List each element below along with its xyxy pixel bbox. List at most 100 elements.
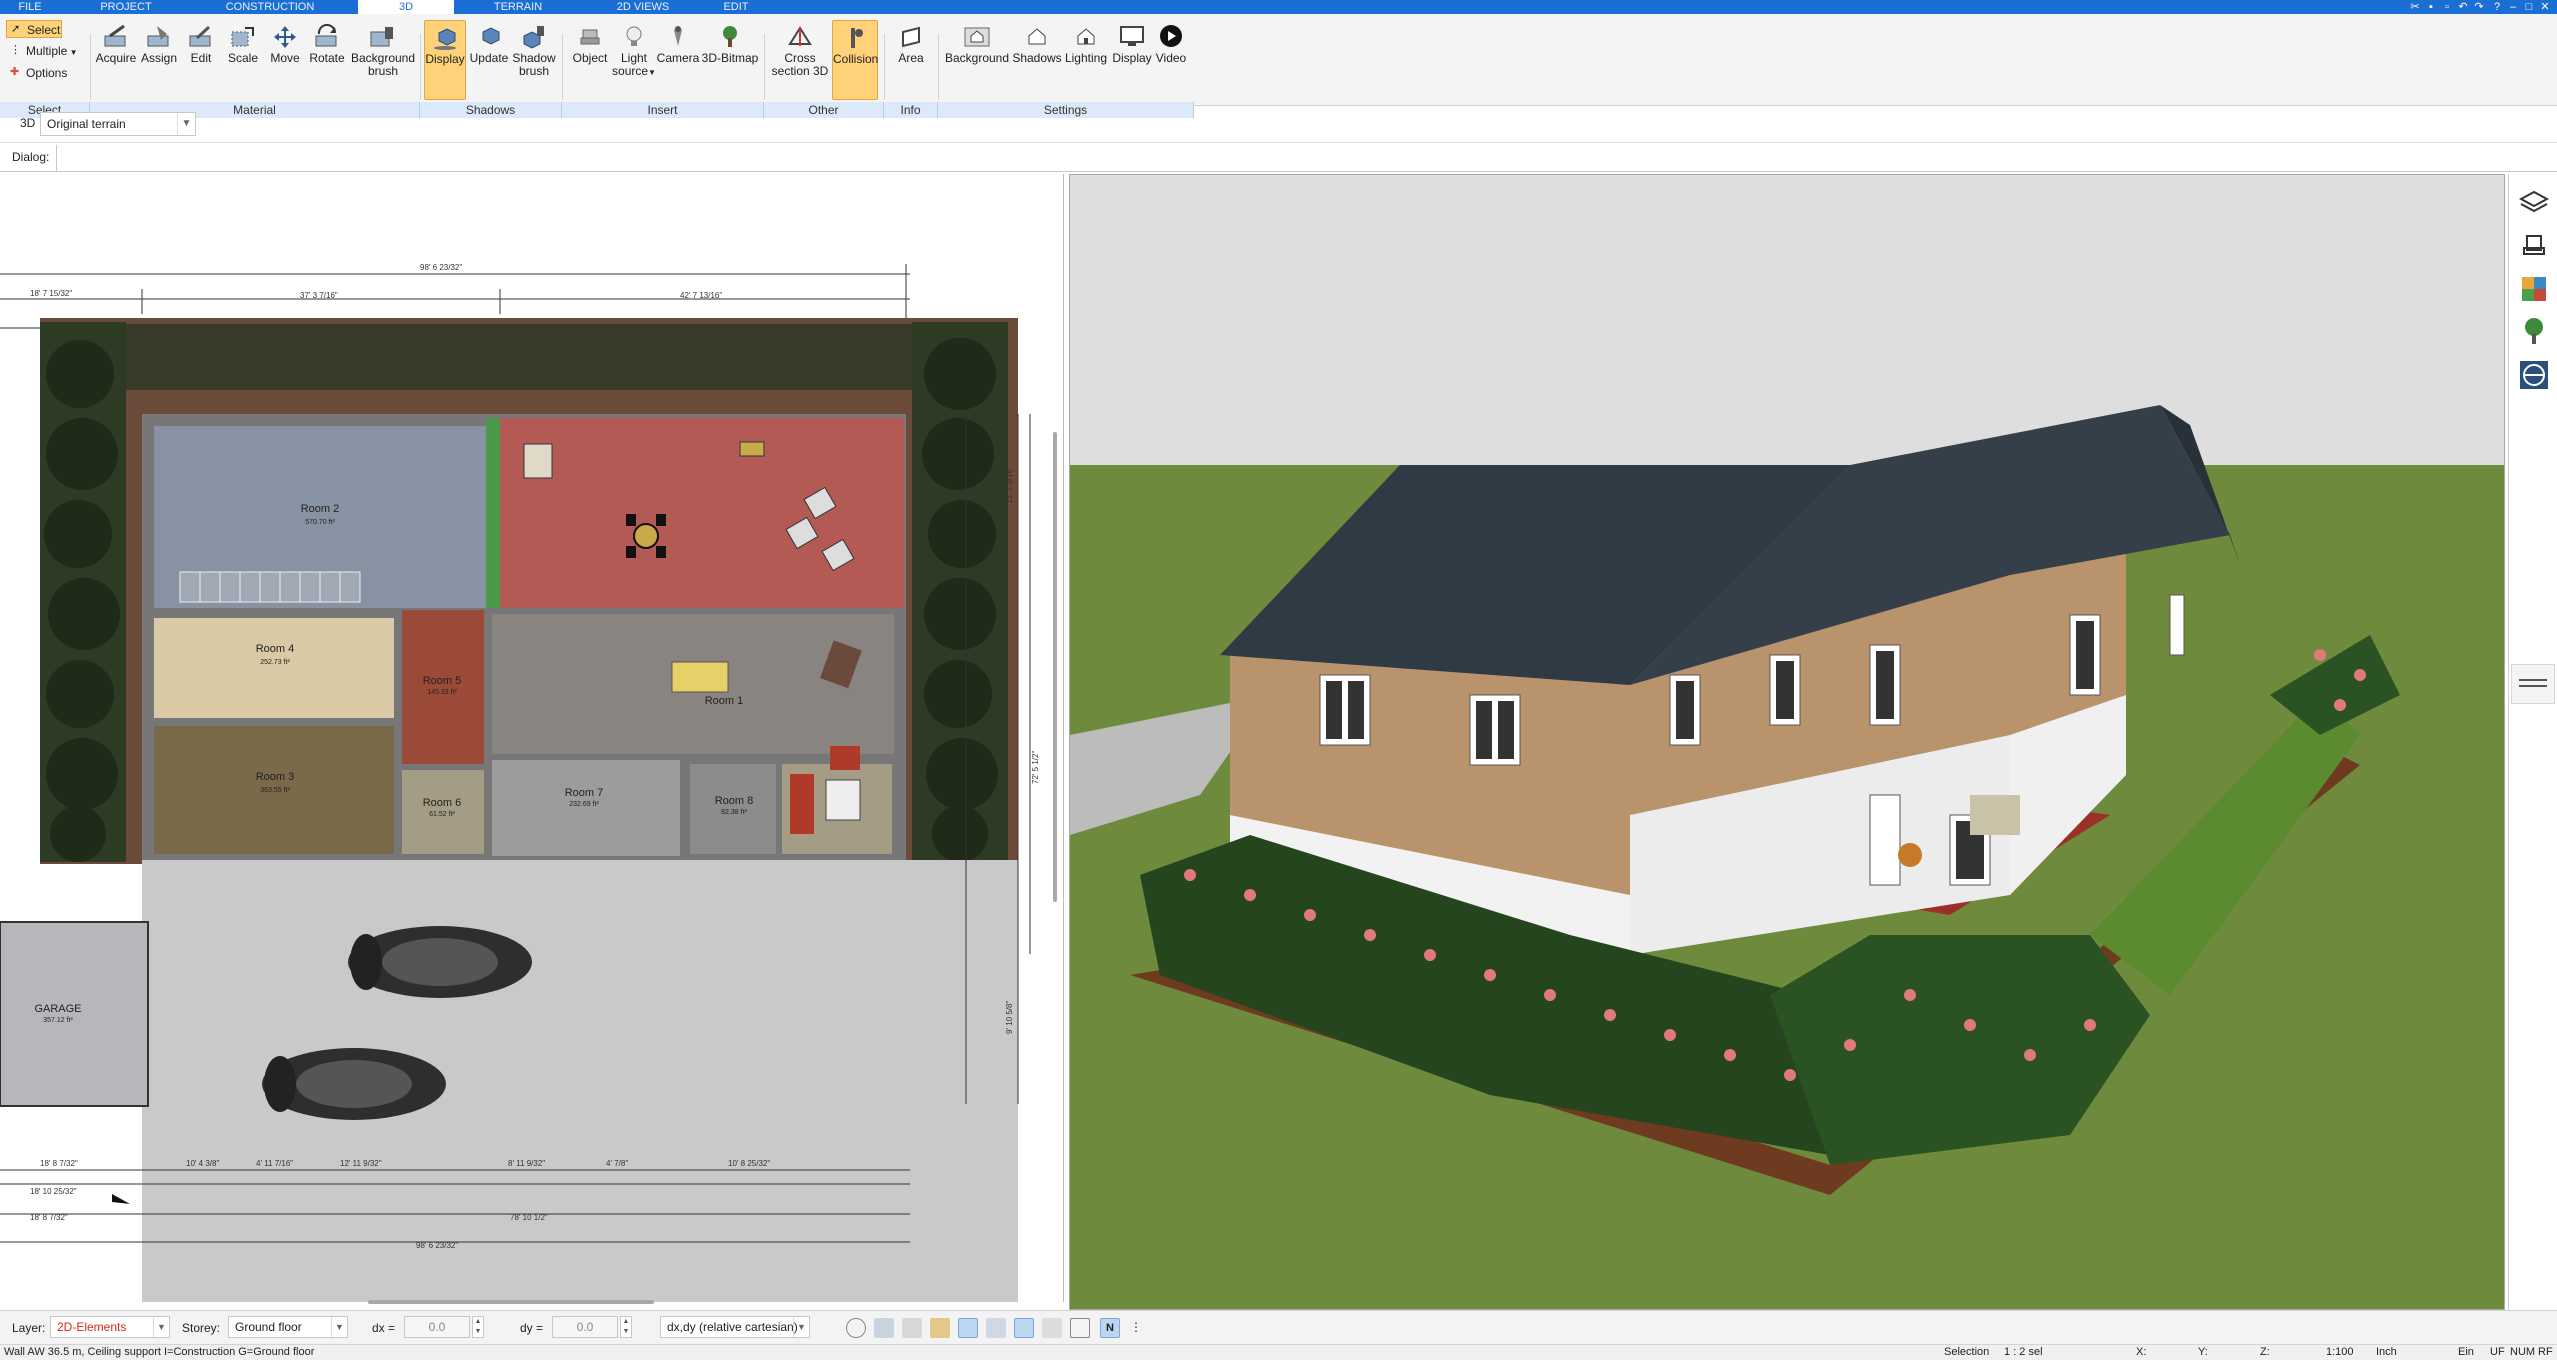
display-settings-button[interactable]: Display [1108, 20, 1156, 100]
rotate-button[interactable]: Rotate [306, 20, 348, 100]
snap-object-icon[interactable] [930, 1318, 950, 1338]
chevron-down-icon: ▼ [153, 1317, 169, 1337]
redo-icon[interactable]: ↷ [2472, 0, 2486, 14]
move-button[interactable]: Move [266, 20, 304, 100]
shadows-display-button[interactable]: Display [424, 20, 466, 100]
assign-button[interactable]: Assign [138, 20, 180, 100]
select-button[interactable]: ➚ Select [6, 20, 62, 38]
chair-icon[interactable] [2519, 232, 2549, 262]
dim-label-right: 72' 5 1/2" [1031, 751, 1040, 784]
options-button[interactable]: ✚ Options [6, 64, 76, 82]
measure-icon[interactable] [2519, 360, 2549, 390]
cross-section-3d-button[interactable]: Cross section 3D [768, 20, 832, 100]
north-icon[interactable]: N [1100, 1318, 1120, 1338]
dim-label-bottom: 4' 11 7/16" [256, 1159, 293, 1168]
grid-icon[interactable] [1070, 1318, 1090, 1338]
options-label: Options [26, 66, 68, 80]
save-icon[interactable]: ▪ [2424, 0, 2438, 14]
collision-button[interactable]: Collision [832, 20, 878, 100]
tab-2d-views[interactable]: 2D VIEWS [600, 0, 686, 14]
tree-icon[interactable] [2519, 316, 2549, 346]
background-settings-button[interactable]: Background [942, 20, 1012, 100]
cube-shadow-icon [434, 28, 456, 50]
cursor-icon: ➚ [11, 23, 21, 35]
play-icon [1160, 25, 1182, 47]
minimize-icon[interactable]: – [2506, 0, 2520, 14]
storey-select[interactable]: Ground floor ▼ [228, 1316, 348, 1338]
collision-label: Collision [833, 52, 879, 66]
multiple-button[interactable]: ⋮ Multiple ▼ [6, 42, 86, 60]
insert-3d-bitmap-button[interactable]: 3D-Bitmap [700, 20, 760, 100]
more-options-icon[interactable]: ⋮ [1130, 1318, 1142, 1338]
floor-plan-canvas[interactable]: 98' 6 23/32" 18' 7 15/32" 37' 3 7/16" 42… [0, 174, 1064, 1302]
monitor-icon [1120, 26, 1144, 46]
clock-icon[interactable] [846, 1318, 866, 1338]
dy-stepper[interactable]: ▲ ▼ [620, 1316, 632, 1338]
tools-icon[interactable]: ✂ [2408, 0, 2422, 14]
multiple-select-icon: ⋮ [10, 44, 21, 56]
materials-icon[interactable] [2519, 274, 2549, 304]
snap-grid-icon[interactable] [902, 1318, 922, 1338]
scale-button[interactable]: Scale [224, 20, 262, 100]
tab-construction[interactable]: CONSTRUCTION [215, 0, 325, 14]
undo-icon[interactable]: ↶ [2456, 0, 2470, 14]
snap-angle-icon[interactable] [1014, 1318, 1034, 1338]
dim-label-right: 13' 1 3/16" [1005, 466, 1014, 504]
area-icon [902, 26, 920, 48]
tab-terrain[interactable]: TERRAIN [478, 0, 558, 14]
view-toolbar: 3D Original terrain ▼ [0, 112, 1060, 138]
layer-label: Layer: [12, 1321, 46, 1335]
maximize-icon[interactable]: □ [2522, 0, 2536, 14]
lighting-settings-button[interactable]: Lighting [1062, 20, 1110, 100]
status-message: Wall AW 36.5 m, Ceiling support I=Constr… [4, 1346, 315, 1358]
background-brush-button[interactable]: Background brush [350, 20, 416, 100]
shadow-brush-button[interactable]: Shadow brush [510, 20, 558, 100]
3d-scene[interactable] [1070, 175, 2505, 1310]
help-icon[interactable]: ? [2490, 0, 2504, 14]
floor-plan-view[interactable]: 98' 6 23/32" 18' 7 15/32" 37' 3 7/16" 42… [0, 174, 1064, 1302]
panel-handle-icon[interactable] [2511, 664, 2555, 704]
print-icon[interactable]: ▫ [2440, 0, 2454, 14]
area-label: Area [898, 51, 924, 65]
dim-label-bottom: 10' 8 25/32" [728, 1159, 770, 1168]
chevron-down-icon: ▼ [648, 68, 656, 77]
layers-icon[interactable] [2519, 188, 2549, 218]
tab-file[interactable]: FILE [0, 0, 60, 14]
edit-material-button[interactable]: Edit [182, 20, 220, 100]
3d-view[interactable] [1069, 174, 2505, 1310]
snap-icon[interactable] [874, 1318, 894, 1338]
dy-input[interactable]: 0.0 [552, 1316, 618, 1338]
insert-camera-button[interactable]: Camera [656, 20, 700, 100]
tab-project[interactable]: PROJECT [90, 0, 162, 14]
snap-parallel-icon[interactable] [1042, 1318, 1062, 1338]
room-area: 252.73 ft² [260, 659, 290, 666]
camera-icon [674, 26, 682, 46]
coord-mode-select[interactable]: dx,dy (relative cartesian) ▼ [660, 1316, 810, 1338]
room-label: Room 3 [256, 771, 295, 783]
plan-vertical-scrollbar[interactable] [1053, 432, 1057, 902]
dim-label-bottom: 18' 10 25/32" [30, 1187, 77, 1196]
area-button[interactable]: Area [890, 20, 932, 100]
plan-horizontal-scrollbar[interactable] [368, 1300, 654, 1304]
terrain-select[interactable]: Original terrain ▼ [40, 112, 196, 136]
tree-bitmap-icon [723, 26, 737, 47]
dx-stepper[interactable]: ▲ ▼ [472, 1316, 484, 1338]
tab-edit[interactable]: EDIT [706, 0, 766, 14]
dim-label-bottom: 98' 6 23/32" [416, 1241, 458, 1250]
background-label: Background [944, 51, 1010, 65]
separator [562, 34, 563, 100]
close-icon[interactable]: ✕ [2538, 0, 2552, 14]
dim-label-bottom: 78' 10 1/2" [510, 1213, 548, 1222]
layer-select[interactable]: 2D-Elements ▼ [50, 1316, 170, 1338]
house-lighting-icon [1077, 28, 1095, 45]
dx-input[interactable]: 0.0 [404, 1316, 470, 1338]
snap-layers-icon[interactable] [986, 1318, 1006, 1338]
video-button[interactable]: Video [1154, 20, 1188, 100]
snap-line-icon[interactable] [958, 1318, 978, 1338]
shadows-settings-button[interactable]: Shadows [1012, 20, 1062, 100]
acquire-button[interactable]: Acquire [94, 20, 138, 100]
insert-light-source-button[interactable]: Light source▼ [612, 20, 656, 100]
insert-object-button[interactable]: Object [568, 20, 612, 100]
shadows-update-button[interactable]: Update [468, 20, 510, 100]
ein-indicator: Ein [2458, 1346, 2474, 1358]
